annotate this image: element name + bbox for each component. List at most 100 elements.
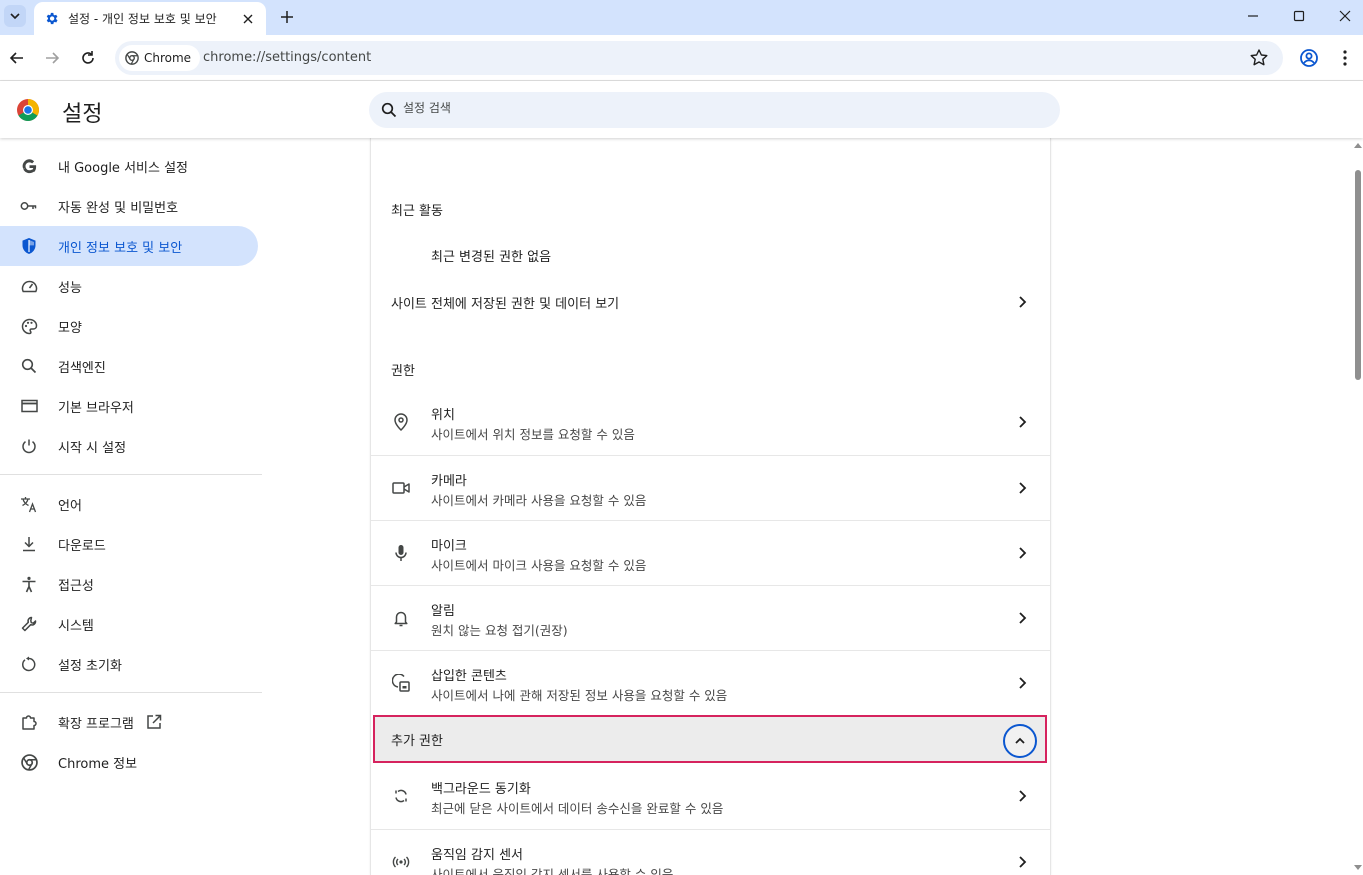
active-tab[interactable]: 설정 - 개인 정보 보호 및 보안 — [34, 2, 266, 35]
sidebar-item-accessibility[interactable]: 접근성 — [0, 564, 262, 604]
permission-title: 움직임 감지 센서 — [431, 848, 523, 863]
sidebar-item-appearance[interactable]: 모양 — [0, 306, 262, 346]
chevron-right-icon — [1019, 416, 1027, 428]
settings-gear-icon — [43, 11, 59, 27]
tab-strip: 설정 - 개인 정보 보호 및 보안 — [0, 0, 1363, 35]
plus-icon — [281, 11, 293, 23]
permission-row-motion-sensors[interactable]: 움직임 감지 센서 사이트에서 움직임 감지 센서를 사용할 수 있음 — [371, 829, 1050, 875]
sidebar-item-label: 기본 브라우저 — [58, 400, 134, 416]
permission-row-embedded-content[interactable]: 삽입한 콘텐츠 사이트에서 나에 관해 저장된 정보 사용을 요청할 수 있음 — [371, 650, 1050, 715]
close-window-button[interactable] — [1322, 0, 1363, 32]
scroll-up-arrow-icon[interactable] — [1354, 142, 1362, 148]
minimize-button[interactable] — [1230, 0, 1276, 32]
reset-icon — [20, 655, 38, 673]
chrome-icon — [20, 753, 38, 771]
view-all-permissions-link[interactable]: 사이트 전체에 저장된 권한 및 데이터 보기 — [371, 282, 1050, 322]
settings-search[interactable] — [369, 92, 1060, 128]
sidebar-item-system[interactable]: 시스템 — [0, 604, 262, 644]
open-in-new-icon — [147, 714, 162, 729]
sidebar-divider — [0, 474, 262, 475]
motion-sensor-icon — [391, 852, 411, 872]
permissions-heading: 권한 — [391, 364, 415, 379]
page-title: 설정 — [62, 102, 103, 127]
tab-title: 설정 - 개인 정보 보호 및 보안 — [68, 12, 217, 26]
permission-subtitle: 사이트에서 위치 정보를 요청할 수 있음 — [431, 427, 635, 442]
power-icon — [20, 437, 38, 455]
chevron-down-icon — [10, 13, 20, 20]
sidebar-item-languages[interactable]: 언어 — [0, 484, 262, 524]
sidebar-item-label: 접근성 — [58, 578, 94, 594]
permission-row-camera[interactable]: 카메라 사이트에서 카메라 사용을 요청할 수 있음 — [371, 455, 1050, 520]
chip-label: Chrome — [144, 51, 192, 65]
search-icon — [20, 357, 38, 375]
url-text[interactable]: chrome://settings/content — [203, 50, 371, 65]
tab-close-icon[interactable] — [240, 11, 256, 27]
more-vertical-icon — [1343, 50, 1347, 66]
profile-icon — [1300, 49, 1318, 67]
wrench-icon — [20, 615, 38, 633]
sidebar: 내 Google 서비스 설정 자동 완성 및 비밀번호 개인 정보 보호 및 … — [0, 146, 262, 782]
forward-button[interactable] — [38, 44, 66, 72]
sidebar-item-label: 개인 정보 보호 및 보안 — [58, 240, 183, 256]
tab-search-button[interactable] — [4, 5, 26, 27]
permission-subtitle: 사이트에서 나에 관해 저장된 정보 사용을 요청할 수 있음 — [431, 688, 728, 703]
sidebar-item-google-services[interactable]: 내 Google 서비스 설정 — [0, 146, 262, 186]
profile-button[interactable] — [1297, 46, 1321, 70]
sidebar-item-on-startup[interactable]: 시작 시 설정 — [0, 426, 262, 466]
address-bar[interactable]: Chrome chrome://settings/content — [115, 41, 1283, 75]
scroll-down-arrow-icon[interactable] — [1354, 865, 1362, 871]
reload-icon — [82, 51, 94, 64]
palette-icon — [20, 317, 38, 335]
sidebar-item-performance[interactable]: 성능 — [0, 266, 262, 306]
key-icon — [20, 197, 38, 215]
permission-title: 백그라운드 동기화 — [431, 782, 531, 797]
page-scrollbar[interactable] — [1351, 138, 1363, 875]
toolbar: Chrome chrome://settings/content — [0, 35, 1363, 81]
close-icon — [1339, 10, 1351, 22]
site-info-chip[interactable]: Chrome — [119, 45, 201, 71]
sidebar-item-extensions[interactable]: 확장 프로그램 — [0, 702, 262, 742]
sidebar-item-label: 자동 완성 및 비밀번호 — [58, 200, 179, 216]
new-tab-button[interactable] — [276, 6, 298, 28]
sidebar-item-downloads[interactable]: 다운로드 — [0, 524, 262, 564]
sidebar-item-label: Chrome 정보 — [58, 756, 138, 772]
menu-button[interactable] — [1333, 46, 1357, 70]
chevron-up-icon — [1015, 737, 1025, 744]
chrome-logo-icon — [17, 99, 39, 121]
permission-title: 삽입한 콘텐츠 — [431, 669, 507, 684]
back-button[interactable] — [3, 44, 31, 72]
settings-search-input[interactable] — [403, 101, 1003, 115]
settings-header: 설정 — [0, 81, 1363, 138]
permission-row-background-sync[interactable]: 백그라운드 동기화 최근에 닫은 사이트에서 데이터 송수신을 완료할 수 있음 — [371, 764, 1050, 829]
no-recent-text: 최근 변경된 권한 없음 — [431, 250, 552, 265]
sidebar-item-autofill[interactable]: 자동 완성 및 비밀번호 — [0, 186, 262, 226]
bookmark-star-icon[interactable] — [1249, 48, 1269, 68]
chevron-right-icon — [1019, 612, 1027, 624]
chevron-right-icon — [1019, 856, 1027, 868]
permission-row-microphone[interactable]: 마이크 사이트에서 마이크 사용을 요청할 수 있음 — [371, 520, 1050, 585]
speedometer-icon — [20, 277, 38, 295]
maximize-button[interactable] — [1276, 0, 1322, 32]
sidebar-item-label: 다운로드 — [58, 538, 106, 554]
permission-row-location[interactable]: 위치 사이트에서 위치 정보를 요청할 수 있음 — [371, 390, 1050, 455]
permission-row-notifications[interactable]: 알림 원치 않는 요청 접기(권장) — [371, 585, 1050, 650]
sidebar-item-default-browser[interactable]: 기본 브라우저 — [0, 386, 262, 426]
embedded-content-icon — [391, 673, 411, 693]
sidebar-item-reset[interactable]: 설정 초기화 — [0, 644, 262, 684]
view-all-label: 사이트 전체에 저장된 권한 및 데이터 보기 — [391, 296, 620, 312]
sidebar-item-label: 검색엔진 — [58, 360, 106, 376]
sidebar-item-privacy[interactable]: 개인 정보 보호 및 보안 — [0, 226, 258, 266]
sidebar-item-label: 성능 — [58, 280, 82, 296]
scroll-thumb[interactable] — [1355, 170, 1361, 380]
sidebar-item-search-engine[interactable]: 검색엔진 — [0, 346, 262, 386]
bell-icon — [391, 608, 411, 628]
sidebar-item-about-chrome[interactable]: Chrome 정보 — [0, 742, 262, 782]
accessibility-icon — [20, 575, 38, 593]
sidebar-item-label: 모양 — [58, 320, 82, 336]
reload-button[interactable] — [74, 44, 102, 72]
sync-icon — [391, 786, 411, 806]
minimize-icon — [1248, 15, 1258, 17]
additional-permissions-toggle[interactable]: 추가 권한 — [373, 715, 1047, 763]
chrome-icon — [125, 51, 139, 65]
collapse-button[interactable] — [1003, 724, 1037, 758]
